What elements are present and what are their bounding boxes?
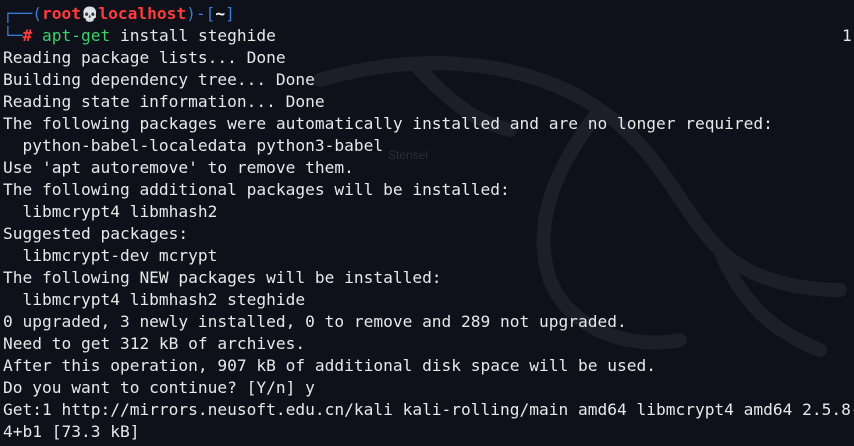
terminal-window[interactable]: Stensel ┌──(root💀localhost)-[~] └─# apt-… — [0, 0, 854, 446]
output-line: Need to get 312 kB of archives. — [3, 334, 306, 353]
output-line: libmcrypt4 libmhash2 steghide — [3, 290, 306, 309]
prompt-line: ┌──(root💀localhost)-[~] — [3, 3, 854, 25]
output-line: 0 upgraded, 3 newly installed, 0 to remo… — [3, 312, 627, 331]
prompt-mid: )-[ — [186, 4, 216, 23]
prompt-path: ~ — [215, 4, 226, 23]
output-line: The following packages were automaticall… — [3, 114, 773, 133]
command-args: install steghide — [110, 26, 276, 45]
output-line: Do you want to continue? [Y/n] y — [3, 378, 315, 397]
prompt-open-bracket: ┌──( — [3, 4, 42, 23]
output-line: The following additional packages will b… — [3, 180, 510, 199]
command-name: apt-get — [42, 26, 111, 45]
output-line: After this operation, 907 kB of addition… — [3, 356, 656, 375]
prompt-host: localhost — [98, 4, 187, 23]
output-line: libmcrypt-dev mcrypt — [3, 246, 218, 265]
terminal-output: ┌──(root💀localhost)-[~] └─# apt-get inst… — [3, 3, 854, 443]
prompt-corner: └─ — [3, 26, 23, 45]
command-line[interactable]: └─# apt-get install steghide — [3, 25, 854, 47]
output-line: Get:1 http://mirrors.neusoft.edu.cn/kali… — [3, 400, 854, 419]
output-line: libmcrypt4 libmhash2 — [3, 202, 218, 221]
output-line: Reading state information... Done — [3, 92, 325, 111]
right-edge-number: 1( — [842, 26, 854, 45]
prompt-user: root — [41, 4, 81, 23]
skull-icon: 💀 — [80, 7, 99, 23]
output-line: python-babel-localedata python3-babel — [3, 136, 384, 155]
prompt-close: ] — [225, 4, 235, 23]
output-line: Reading package lists... Done — [3, 48, 286, 67]
output-line: Use 'apt autoremove' to remove them. — [3, 158, 354, 177]
prompt-hash: # — [22, 26, 42, 45]
output-line: Building dependency tree... Done — [3, 70, 315, 89]
output-line: Suggested packages: — [3, 224, 189, 243]
output-line: 4+b1 [73.3 kB] — [3, 422, 140, 441]
output-line: The following NEW packages will be insta… — [3, 268, 442, 287]
